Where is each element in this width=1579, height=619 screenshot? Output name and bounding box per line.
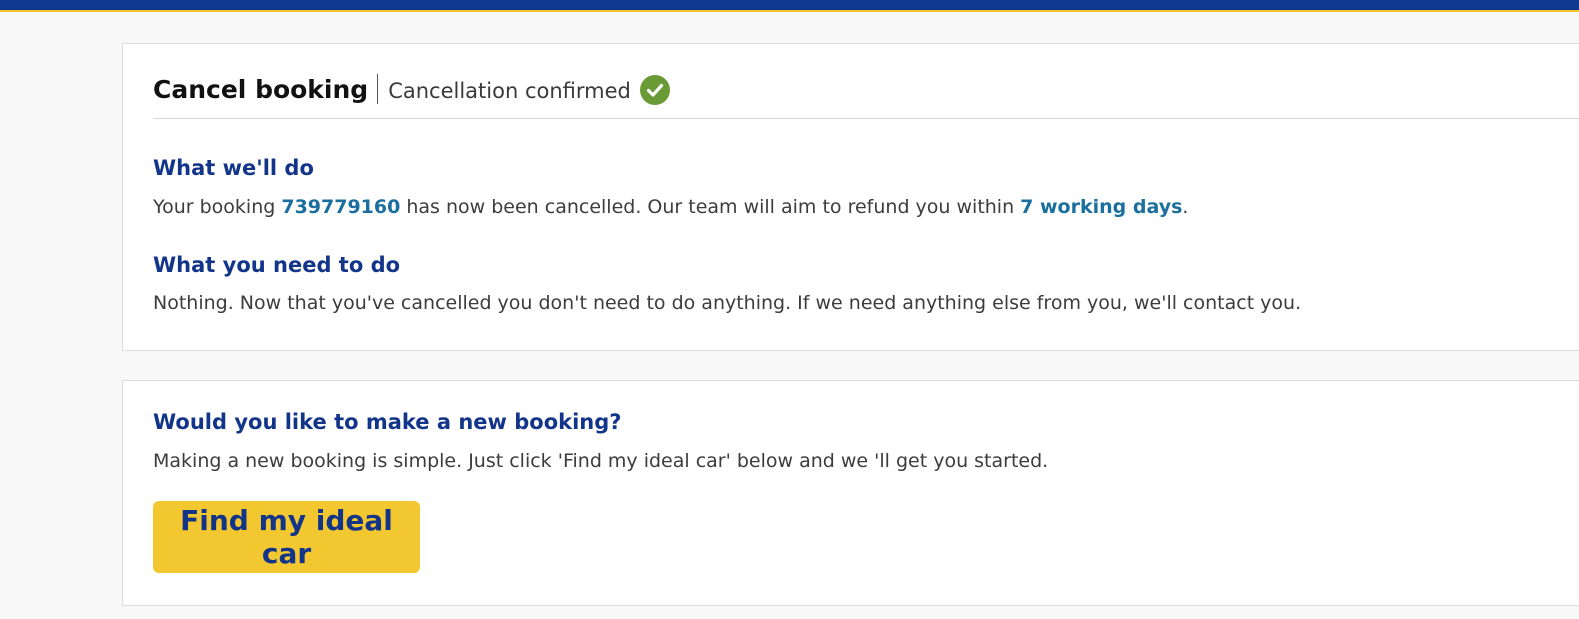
cancellation-card: Cancel booking Cancellation confirmed Wh… — [122, 43, 1579, 351]
refund-period: 7 working days — [1020, 196, 1183, 218]
find-my-ideal-car-button[interactable]: Find my ideal car — [153, 501, 420, 573]
header-divider — [153, 118, 1579, 119]
what-you-do-heading: What you need to do — [153, 253, 401, 277]
text-segment: has now been cancelled. Our team will ai… — [400, 196, 1021, 218]
page-title: Cancel booking — [153, 74, 369, 104]
text-segment: Your booking — [153, 196, 282, 218]
what-we-do-heading: What we'll do — [153, 156, 314, 180]
what-you-do-text: Nothing. Now that you've cancelled you d… — [153, 292, 1302, 314]
cancellation-header: Cancel booking Cancellation confirmed — [153, 71, 670, 107]
booking-number: 739779160 — [281, 196, 401, 218]
new-booking-card: Would you like to make a new booking? Ma… — [122, 380, 1579, 606]
new-booking-text: Making a new booking is simple. Just cli… — [153, 450, 1049, 472]
what-we-do-text: Your booking 739779160 has now been canc… — [153, 196, 1188, 218]
cancellation-status: Cancellation confirmed — [388, 79, 631, 103]
title-divider — [377, 74, 379, 104]
check-circle-icon — [639, 74, 670, 105]
text-segment: . — [1182, 196, 1189, 218]
new-booking-heading: Would you like to make a new booking? — [153, 410, 622, 434]
top-brand-bar — [0, 0, 1579, 12]
